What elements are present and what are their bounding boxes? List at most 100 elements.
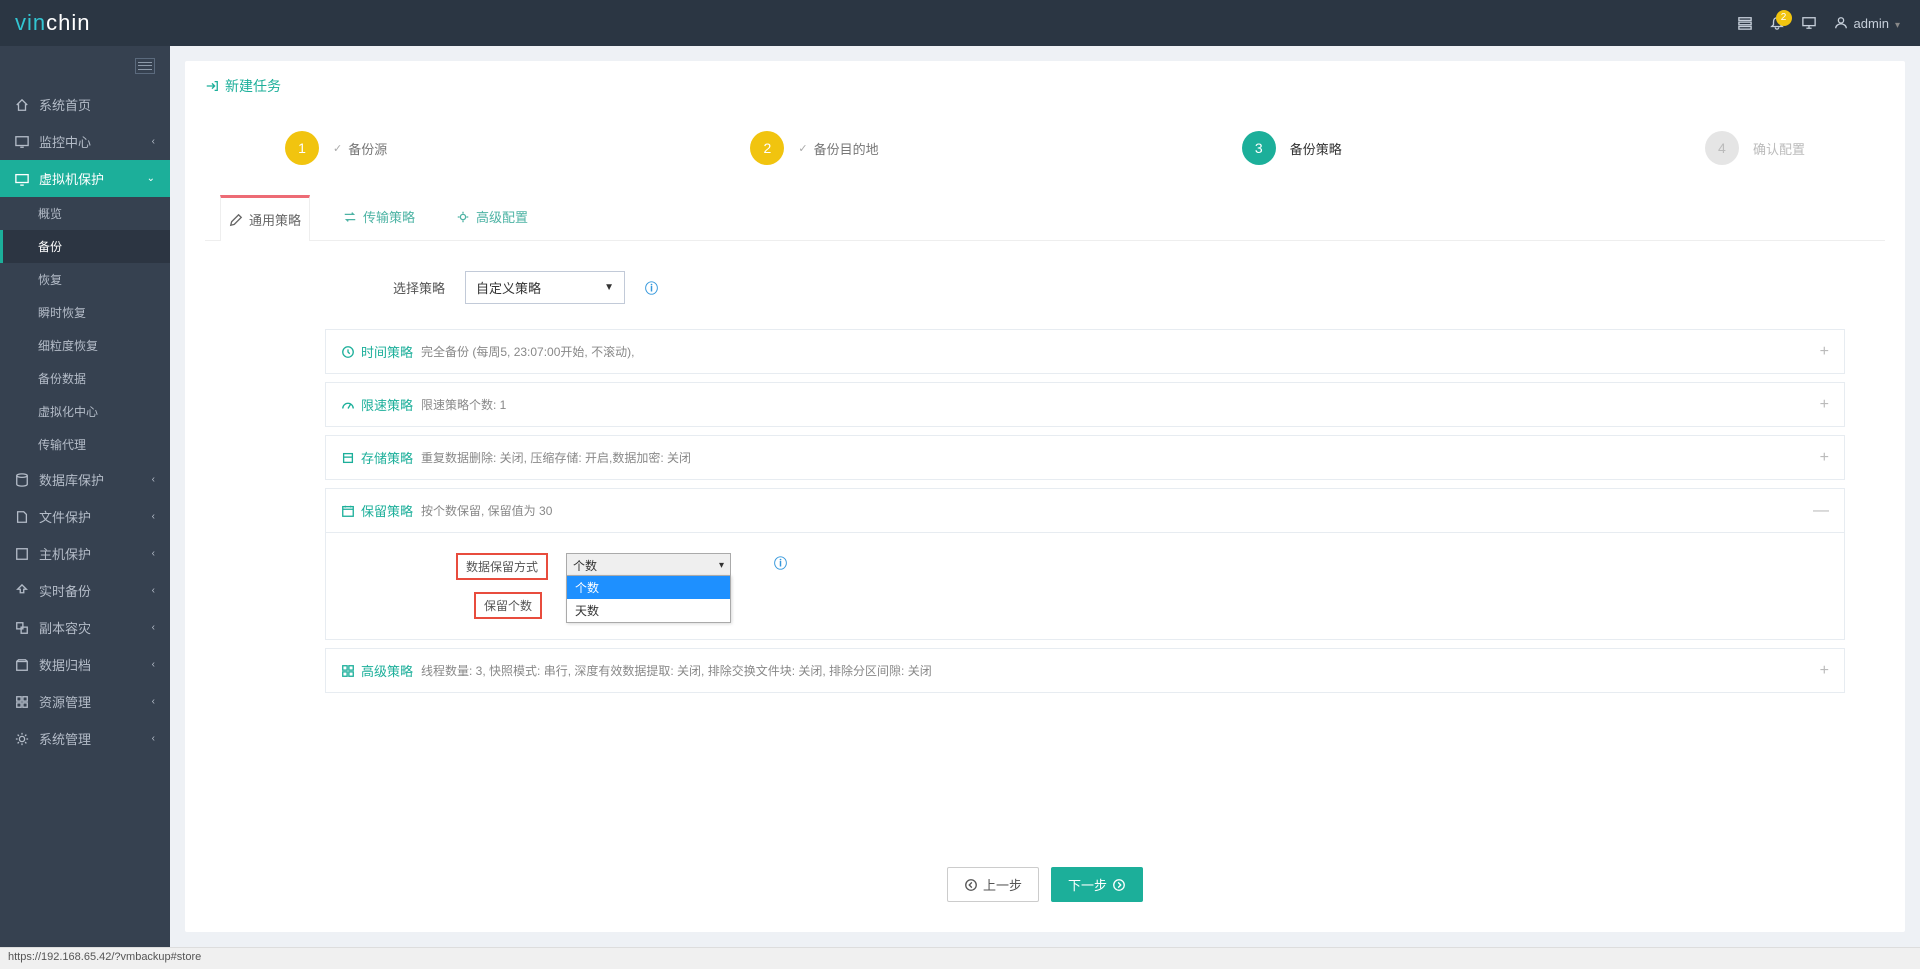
retain-mode-value: 个数 xyxy=(573,557,597,574)
chevron-left-icon: ‹ xyxy=(152,548,155,559)
tab-general[interactable]: 通用策略 xyxy=(220,195,310,241)
step-num: 1 xyxy=(285,131,319,165)
nav-host[interactable]: 主机保护‹ xyxy=(0,535,170,572)
select-policy-dropdown[interactable]: 自定义策略 ▼ xyxy=(465,271,625,304)
acc-speed-header[interactable]: 限速策略 限速策略个数: 1 + xyxy=(326,383,1844,426)
main-panel: 新建任务 1 备份源 2 备份目的地 3 备份策略 4 确认配置 xyxy=(185,61,1905,932)
step-num: 2 xyxy=(750,131,784,165)
acc-title: 保留策略 xyxy=(361,501,413,520)
nav-label: 系统首页 xyxy=(39,95,91,114)
info-icon[interactable]: ⓘ xyxy=(645,278,658,297)
plus-icon: + xyxy=(1820,343,1829,361)
step-label: 备份源 xyxy=(348,139,387,158)
prev-button[interactable]: 上一步 xyxy=(947,867,1039,902)
logo-part2: chin xyxy=(46,10,90,35)
nav-monitor[interactable]: 监控中心 ‹ xyxy=(0,123,170,160)
acc-time: 时间策略 完全备份 (每周5, 23:07:00开始, 不滚动), + xyxy=(325,329,1845,374)
acc-storage-header[interactable]: 存储策略 重复数据删除: 关闭, 压缩存储: 开启,数据加密: 关闭 + xyxy=(326,436,1844,479)
sub-bdata[interactable]: 备份数据 xyxy=(0,362,170,395)
nav-label: 虚拟机保护 xyxy=(39,169,104,188)
chevron-left-icon: ‹ xyxy=(152,696,155,707)
notification-icon[interactable]: 2 xyxy=(1770,16,1784,30)
nav-file[interactable]: 文件保护‹ xyxy=(0,498,170,535)
chevron-left-icon: ‹ xyxy=(152,474,155,485)
policy-tabs: 通用策略 传输策略 高级配置 xyxy=(205,195,1885,241)
sub-label: 备份数据 xyxy=(38,370,86,387)
step-label: 确认配置 xyxy=(1753,139,1805,158)
acc-storage: 存储策略 重复数据删除: 关闭, 压缩存储: 开启,数据加密: 关闭 + xyxy=(325,435,1845,480)
next-button[interactable]: 下一步 xyxy=(1051,867,1143,902)
nav-label: 数据归档 xyxy=(39,655,91,674)
acc-title: 时间策略 xyxy=(361,342,413,361)
retain-opt-count[interactable]: 个数 xyxy=(567,576,730,599)
topbar: vinchin 2 admin xyxy=(0,0,1920,46)
acc-retain-header[interactable]: 保留策略 按个数保留, 保留值为 30 — xyxy=(326,489,1844,532)
nav-archive[interactable]: 数据归档‹ xyxy=(0,646,170,683)
tab-transfer[interactable]: 传输策略 xyxy=(335,195,423,240)
step-4[interactable]: 4 确认配置 xyxy=(1705,131,1805,165)
acc-title: 高级策略 xyxy=(361,661,413,680)
wizard-steps: 1 备份源 2 备份目的地 3 备份策略 4 确认配置 xyxy=(205,111,1885,185)
step-1[interactable]: 1 备份源 xyxy=(285,131,387,165)
user-menu[interactable]: admin xyxy=(1834,16,1900,31)
nav-label: 数据库保护 xyxy=(39,470,104,489)
sub-instant[interactable]: 瞬时恢复 xyxy=(0,296,170,329)
sub-overview[interactable]: 概览 xyxy=(0,197,170,230)
notification-badge: 2 xyxy=(1776,10,1792,26)
page-title-text: 新建任务 xyxy=(225,76,281,96)
acc-advanced-header[interactable]: 高级策略 线程数量: 3, 快照模式: 串行, 深度有效数据提取: 关闭, 排除… xyxy=(326,649,1844,692)
tab-advanced[interactable]: 高级配置 xyxy=(448,195,536,240)
nav-label: 文件保护 xyxy=(39,507,91,526)
nav-label: 监控中心 xyxy=(39,132,91,151)
acc-desc: 重复数据删除: 关闭, 压缩存储: 开启,数据加密: 关闭 xyxy=(421,449,691,466)
acc-desc: 完全备份 (每周5, 23:07:00开始, 不滚动), xyxy=(421,343,634,360)
sub-granular[interactable]: 细粒度恢复 xyxy=(0,329,170,362)
plus-icon: + xyxy=(1820,449,1829,467)
select-policy-row: 选择策略 自定义策略 ▼ ⓘ xyxy=(345,271,1845,304)
nav-label: 副本容灾 xyxy=(39,618,91,637)
chevron-left-icon: ‹ xyxy=(152,585,155,596)
status-bar: https://192.168.65.42/?vmbackup#store xyxy=(0,947,1920,969)
sub-vcenter[interactable]: 虚拟化中心 xyxy=(0,395,170,428)
select-policy-value: 自定义策略 xyxy=(476,278,541,297)
nav-home[interactable]: 系统首页 xyxy=(0,86,170,123)
step-num: 4 xyxy=(1705,131,1739,165)
sub-restore[interactable]: 恢复 xyxy=(0,263,170,296)
retain-mode-options: 个数 天数 xyxy=(566,575,731,623)
next-label: 下一步 xyxy=(1068,875,1107,894)
retain-opt-days[interactable]: 天数 xyxy=(567,599,730,622)
nav-resource[interactable]: 资源管理 ‹ xyxy=(0,683,170,720)
content: 新建任务 1 备份源 2 备份目的地 3 备份策略 4 确认配置 xyxy=(170,46,1920,947)
topbar-stack-icon[interactable] xyxy=(1738,16,1752,30)
sub-proxy[interactable]: 传输代理 xyxy=(0,428,170,461)
sub-label: 细粒度恢复 xyxy=(38,337,98,354)
chevron-left-icon: ‹ xyxy=(152,733,155,744)
step-2[interactable]: 2 备份目的地 xyxy=(750,131,878,165)
sidebar-toggle[interactable] xyxy=(0,46,170,86)
monitor-icon[interactable] xyxy=(1802,16,1816,30)
nav-replica[interactable]: 副本容灾‹ xyxy=(0,609,170,646)
nav-label: 系统管理 xyxy=(39,729,91,748)
step-3[interactable]: 3 备份策略 xyxy=(1242,131,1342,165)
logo[interactable]: vinchin xyxy=(15,10,90,36)
nav-db[interactable]: 数据库保护 ‹ xyxy=(0,461,170,498)
sub-label: 备份 xyxy=(38,238,62,255)
sidebar: 系统首页 监控中心 ‹ 虚拟机保护 ⌄ 概览 备份 恢复 瞬时恢复 细粒度恢复 … xyxy=(0,46,170,947)
topbar-actions: 2 admin xyxy=(1738,16,1900,31)
retain-count-label: 保留个数 xyxy=(474,592,542,619)
acc-title: 存储策略 xyxy=(361,448,413,467)
sub-label: 虚拟化中心 xyxy=(38,403,98,420)
status-url: https://192.168.65.42/?vmbackup#store xyxy=(8,951,201,963)
nav-label: 资源管理 xyxy=(39,692,91,711)
sub-backup[interactable]: 备份 xyxy=(0,230,170,263)
tab-label: 高级配置 xyxy=(476,207,528,226)
nav-realtime[interactable]: 实时备份‹ xyxy=(0,572,170,609)
sub-label: 瞬时恢复 xyxy=(38,304,86,321)
acc-desc: 按个数保留, 保留值为 30 xyxy=(421,502,552,519)
nav-vmprotect[interactable]: 虚拟机保护 ⌄ xyxy=(0,160,170,197)
info-icon[interactable]: ⓘ xyxy=(774,553,787,572)
acc-time-header[interactable]: 时间策略 完全备份 (每周5, 23:07:00开始, 不滚动), + xyxy=(326,330,1844,373)
nav-system[interactable]: 系统管理 ‹ xyxy=(0,720,170,757)
retain-mode-label: 数据保留方式 xyxy=(456,553,548,580)
acc-desc: 限速策略个数: 1 xyxy=(421,396,506,413)
